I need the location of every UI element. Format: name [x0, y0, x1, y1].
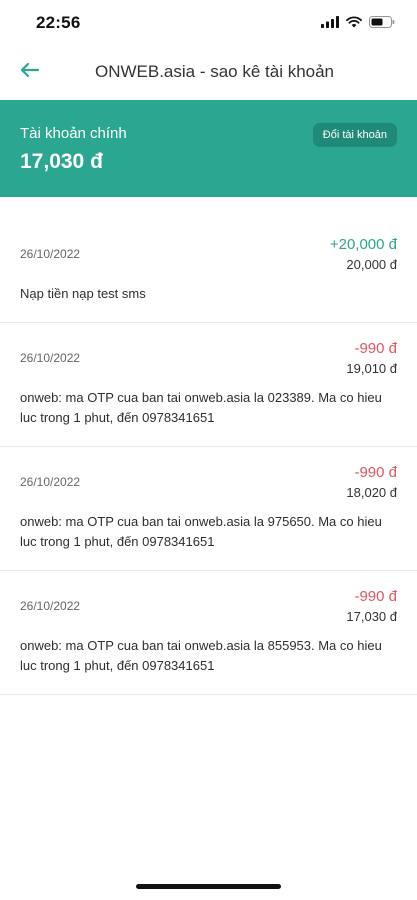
transaction-description: Nạp tiền nạp test sms: [20, 286, 146, 301]
home-indicator[interactable]: [136, 884, 281, 889]
transaction-date: 26/10/2022: [20, 247, 81, 261]
account-label: Tài khoản chính: [20, 125, 127, 142]
transaction-item[interactable]: 26/10/2022 -990 đ 17,030 đ onweb: ma OTP…: [0, 571, 417, 695]
transaction-amount: +20,000 đ: [329, 236, 397, 253]
transaction-description: onweb: ma OTP cua ban tai onweb.asia la …: [20, 390, 382, 425]
status-bar: 22:56: [0, 0, 417, 44]
transaction-balance: 19,010 đ: [346, 361, 397, 376]
nav-bar: ONWEB.asia - sao kê tài khoản: [0, 44, 417, 100]
transaction-date: 26/10/2022: [20, 351, 81, 365]
battery-icon: [369, 15, 395, 33]
transaction-date: 26/10/2022: [20, 599, 81, 613]
transaction-description: onweb: ma OTP cua ban tai onweb.asia la …: [20, 638, 382, 673]
transaction-amount: -990 đ: [354, 588, 397, 605]
transaction-item[interactable]: 26/10/2022 -990 đ 19,010 đ onweb: ma OTP…: [0, 323, 417, 447]
status-time: 22:56: [36, 13, 81, 32]
transaction-description: onweb: ma OTP cua ban tai onweb.asia la …: [20, 514, 382, 549]
transaction-balance: 17,030 đ: [346, 609, 397, 624]
transaction-item[interactable]: 26/10/2022 +20,000 đ 20,000 đ Nạp tiền n…: [0, 219, 417, 323]
wifi-icon: [346, 15, 362, 33]
transaction-balance: 20,000 đ: [346, 257, 397, 272]
transaction-date: 26/10/2022: [20, 475, 81, 489]
signal-icon: [321, 15, 339, 33]
transaction-amount: -990 đ: [354, 464, 397, 481]
transaction-list: 26/10/2022 +20,000 đ 20,000 đ Nạp tiền n…: [0, 219, 417, 695]
account-header: Tài khoản chính 17,030 đ Đổi tài khoản: [0, 100, 417, 197]
transaction-balance: 18,020 đ: [346, 485, 397, 500]
transaction-item[interactable]: 26/10/2022 -990 đ 18,020 đ onweb: ma OTP…: [0, 447, 417, 571]
page-title: ONWEB.asia - sao kê tài khoản: [94, 62, 335, 81]
account-balance: 17,030 đ: [20, 150, 103, 173]
status-icons: [321, 15, 395, 33]
switch-account-button[interactable]: Đổi tài khoản: [312, 123, 397, 147]
transaction-amount: -990 đ: [354, 340, 397, 357]
